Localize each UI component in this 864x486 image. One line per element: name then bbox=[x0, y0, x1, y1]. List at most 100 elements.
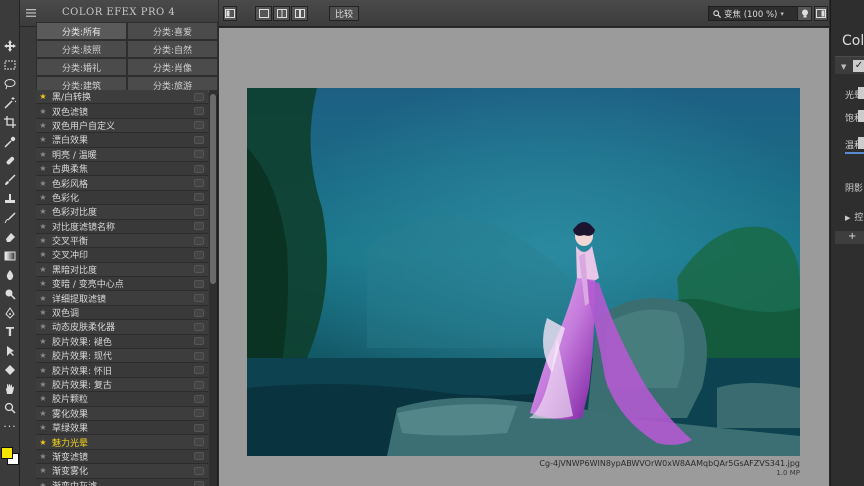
category-button[interactable]: 分类:自然 bbox=[127, 40, 218, 58]
preset-icon[interactable] bbox=[194, 250, 204, 259]
filter-item[interactable]: ★ 胶片效果: 复古 bbox=[36, 377, 208, 393]
filter-item[interactable]: ★ 漂白效果 bbox=[36, 133, 208, 148]
filter-item[interactable]: ★ 胶片效果: 现代 bbox=[36, 349, 208, 364]
filter-item[interactable]: ★ 双色滤镜 bbox=[36, 104, 208, 119]
shape-icon[interactable] bbox=[2, 362, 18, 378]
filter-item[interactable]: ★ 双色用户自定义 bbox=[36, 118, 208, 134]
side-by-side-button[interactable] bbox=[291, 6, 308, 21]
favorite-star-icon[interactable]: ★ bbox=[36, 150, 50, 159]
panel-menu-icon[interactable] bbox=[26, 8, 36, 18]
eraser-icon[interactable] bbox=[2, 229, 18, 245]
favorite-star-icon[interactable]: ★ bbox=[36, 279, 50, 288]
favorite-star-icon[interactable]: ★ bbox=[36, 207, 50, 216]
filter-item[interactable]: ★ 明亮 / 温暖 bbox=[36, 147, 208, 162]
preset-icon[interactable] bbox=[194, 265, 204, 274]
favorite-star-icon[interactable]: ★ bbox=[36, 236, 50, 245]
add-control-point-button[interactable]: + bbox=[835, 231, 864, 244]
favorite-star-icon[interactable]: ★ bbox=[36, 308, 50, 317]
category-button[interactable]: 分类:肖像 bbox=[127, 58, 218, 76]
preset-icon[interactable] bbox=[194, 380, 204, 389]
filter-list-scrollbar[interactable] bbox=[209, 90, 217, 486]
compare-button[interactable]: 比较 bbox=[329, 6, 359, 21]
preset-icon[interactable] bbox=[194, 179, 204, 188]
preset-icon[interactable] bbox=[194, 308, 204, 317]
preset-icon[interactable] bbox=[194, 294, 204, 303]
filter-item[interactable]: ★ 色彩化 bbox=[36, 190, 208, 206]
preset-icon[interactable] bbox=[194, 423, 204, 432]
filter-item[interactable]: ★ 变暗 / 变亮中心点 bbox=[36, 277, 208, 292]
filter-item[interactable]: ★ 对比度滤镜名称 bbox=[36, 219, 208, 234]
preset-icon[interactable] bbox=[194, 337, 204, 346]
category-button[interactable]: 分类:肢照 bbox=[36, 40, 127, 58]
glow-slider[interactable] bbox=[858, 87, 864, 99]
preset-icon[interactable] bbox=[194, 279, 204, 288]
favorite-star-icon[interactable]: ★ bbox=[36, 366, 50, 375]
preset-icon[interactable] bbox=[194, 164, 204, 173]
filter-item[interactable]: ★ 动态皮肤柔化器 bbox=[36, 320, 208, 335]
right-panel-toggle-button[interactable] bbox=[814, 6, 828, 21]
preset-icon[interactable] bbox=[194, 366, 204, 375]
zoom-dropdown[interactable]: 变焦 (100 %) ▾ bbox=[708, 6, 800, 21]
filter-item[interactable]: ★ 交叉冲印 bbox=[36, 248, 208, 263]
filter-header-bar[interactable]: ▼ ✓ bbox=[835, 56, 864, 74]
healing-brush-icon[interactable] bbox=[2, 153, 18, 169]
path-select-icon[interactable] bbox=[2, 343, 18, 359]
preset-icon[interactable] bbox=[194, 466, 204, 475]
collapse-triangle-icon[interactable]: ▼ bbox=[841, 63, 846, 71]
favorite-star-icon[interactable]: ★ bbox=[36, 92, 50, 101]
favorite-star-icon[interactable]: ★ bbox=[36, 294, 50, 303]
preset-icon[interactable] bbox=[194, 207, 204, 216]
filter-item[interactable]: ★ 渐变雾化 bbox=[36, 464, 208, 479]
preset-icon[interactable] bbox=[194, 236, 204, 245]
filter-item[interactable]: ★ 双色调 bbox=[36, 305, 208, 321]
preset-icon[interactable] bbox=[194, 193, 204, 202]
favorite-star-icon[interactable]: ★ bbox=[36, 265, 50, 274]
favorite-star-icon[interactable]: ★ bbox=[36, 423, 50, 432]
filter-item[interactable]: ★ 渐变滤镜 bbox=[36, 449, 208, 465]
filter-item[interactable]: ★ 详细提取滤镜 bbox=[36, 291, 208, 306]
type-icon[interactable]: T bbox=[2, 324, 18, 340]
preset-icon[interactable] bbox=[194, 322, 204, 331]
filter-item[interactable]: ★ 黑/白转换 bbox=[36, 90, 208, 105]
favorite-star-icon[interactable]: ★ bbox=[36, 438, 50, 447]
move-icon[interactable] bbox=[2, 38, 18, 54]
favorite-star-icon[interactable]: ★ bbox=[36, 394, 50, 403]
filter-item[interactable]: ★ 胶片效果: 褪色 bbox=[36, 334, 208, 350]
scrollbar-thumb[interactable] bbox=[210, 94, 216, 284]
preset-icon[interactable] bbox=[194, 452, 204, 461]
category-button[interactable]: 分类:所有 bbox=[36, 22, 127, 40]
preset-icon[interactable] bbox=[194, 351, 204, 360]
preview-photo[interactable] bbox=[247, 88, 800, 456]
category-button[interactable]: 分类:婚礼 bbox=[36, 58, 127, 76]
favorite-star-icon[interactable]: ★ bbox=[36, 135, 50, 144]
favorite-star-icon[interactable]: ★ bbox=[36, 121, 50, 130]
warmth-slider[interactable] bbox=[858, 137, 864, 149]
control-points-label[interactable]: ▶ 控 bbox=[845, 210, 863, 223]
hand-icon[interactable] bbox=[2, 381, 18, 397]
dodge-icon[interactable] bbox=[2, 286, 18, 302]
filter-item[interactable]: ★ 胶片效果: 怀旧 bbox=[36, 363, 208, 378]
favorite-star-icon[interactable]: ★ bbox=[36, 351, 50, 360]
preset-icon[interactable] bbox=[194, 107, 204, 116]
filter-item[interactable]: ★ 黑暗对比度 bbox=[36, 262, 208, 278]
filter-item[interactable]: ★ 草绿效果 bbox=[36, 420, 208, 436]
favorite-star-icon[interactable]: ★ bbox=[36, 409, 50, 418]
crop-icon[interactable] bbox=[2, 114, 18, 130]
filter-item[interactable]: ★ 雾化效果 bbox=[36, 406, 208, 421]
magic-wand-icon[interactable] bbox=[2, 95, 18, 111]
gradient-icon[interactable] bbox=[2, 248, 18, 264]
saturation-slider[interactable] bbox=[858, 110, 864, 122]
filter-item[interactable]: ★ 交叉平衡 bbox=[36, 233, 208, 249]
preset-icon[interactable] bbox=[194, 222, 204, 231]
blur-icon[interactable] bbox=[2, 267, 18, 283]
panel-toggle-button[interactable] bbox=[223, 6, 237, 21]
favorite-star-icon[interactable]: ★ bbox=[36, 222, 50, 231]
more-icon[interactable]: ··· bbox=[2, 418, 18, 434]
favorite-star-icon[interactable]: ★ bbox=[36, 337, 50, 346]
lasso-icon[interactable] bbox=[2, 76, 18, 92]
filter-item[interactable]: ★ 色彩风格 bbox=[36, 176, 208, 191]
history-brush-icon[interactable] bbox=[2, 210, 18, 226]
preset-icon[interactable] bbox=[194, 394, 204, 403]
favorite-star-icon[interactable]: ★ bbox=[36, 322, 50, 331]
filter-item[interactable]: ★ 色彩对比度 bbox=[36, 205, 208, 220]
